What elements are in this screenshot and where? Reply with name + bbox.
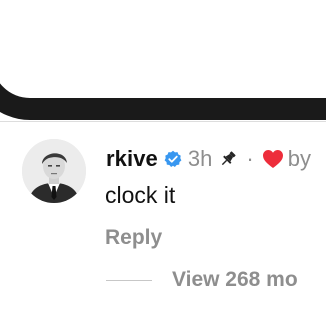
heart-icon	[262, 149, 284, 169]
comment-item: rkive 3h · by clock it Reply View 268 mo	[0, 122, 326, 329]
post-image-edge	[0, 0, 326, 120]
reply-button[interactable]: Reply	[105, 226, 162, 250]
post-image-partial	[0, 0, 326, 120]
meta-separator: ·	[246, 146, 254, 171]
comment-timestamp: 3h	[187, 146, 213, 171]
avatar-photo	[22, 139, 86, 203]
comment-meta: rkive 3h · by	[106, 144, 311, 174]
comment-username[interactable]: rkive	[106, 146, 158, 172]
verified-badge-icon	[164, 150, 182, 168]
liked-by-label: by	[287, 146, 311, 171]
view-more-line	[106, 279, 152, 281]
comment-text: clock it	[105, 182, 176, 208]
avatar[interactable]	[22, 139, 86, 203]
view-more-replies-label[interactable]: View 268 mo	[172, 268, 298, 292]
view-more-replies[interactable]: View 268 mo	[106, 268, 298, 292]
pin-icon	[218, 149, 238, 169]
